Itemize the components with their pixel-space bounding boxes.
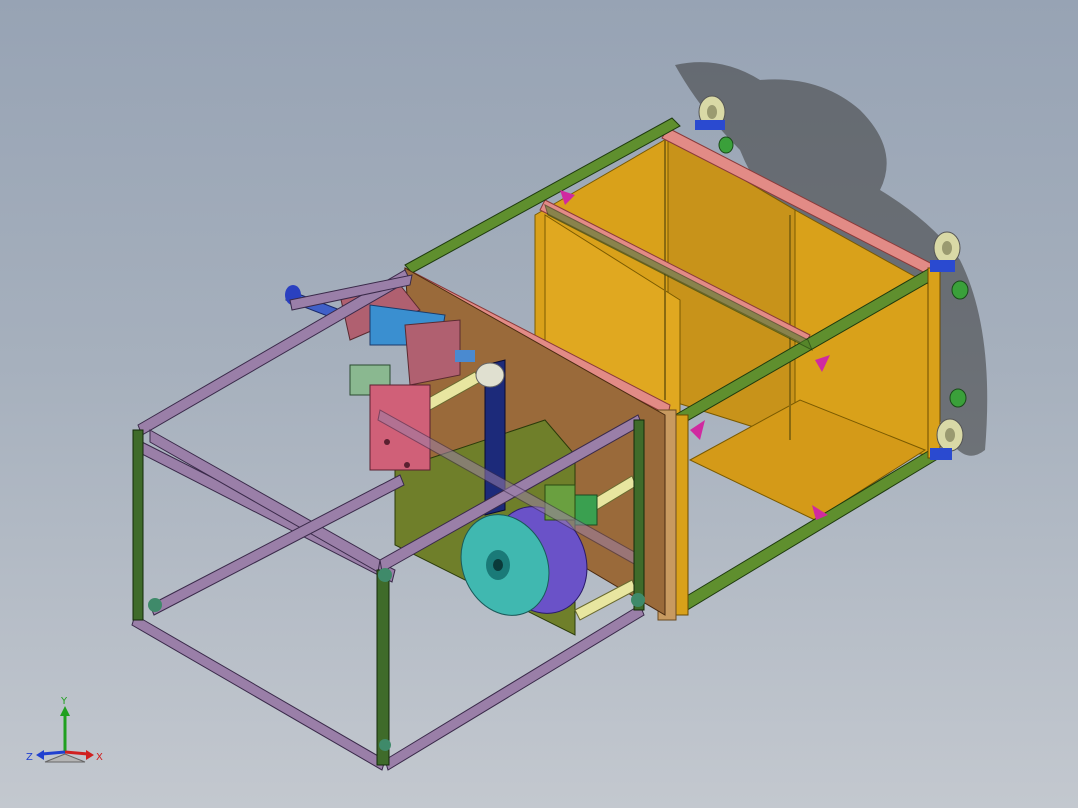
corner-joint [631, 593, 645, 607]
x-axis-icon [64, 750, 89, 756]
coordinate-triad: Y X Z [26, 696, 103, 763]
graphics-viewport[interactable]: Y X Z [0, 0, 1078, 808]
y-axis-label: Y [60, 696, 68, 707]
corner-joint [379, 739, 391, 751]
gusset [690, 420, 705, 440]
x-axis-label: X [96, 752, 103, 763]
x-arrow-icon [86, 750, 94, 760]
bolt [384, 439, 390, 445]
corner-joint [378, 568, 392, 582]
assembly-model[interactable] [0, 0, 1078, 808]
bolt [404, 462, 410, 468]
z-axis-label: Z [26, 752, 33, 763]
y-arrow-icon [60, 706, 70, 716]
z-arrow-icon [36, 750, 44, 760]
z-axis-icon [41, 750, 66, 756]
corner-joint [148, 598, 162, 612]
triad-base [44, 753, 86, 763]
